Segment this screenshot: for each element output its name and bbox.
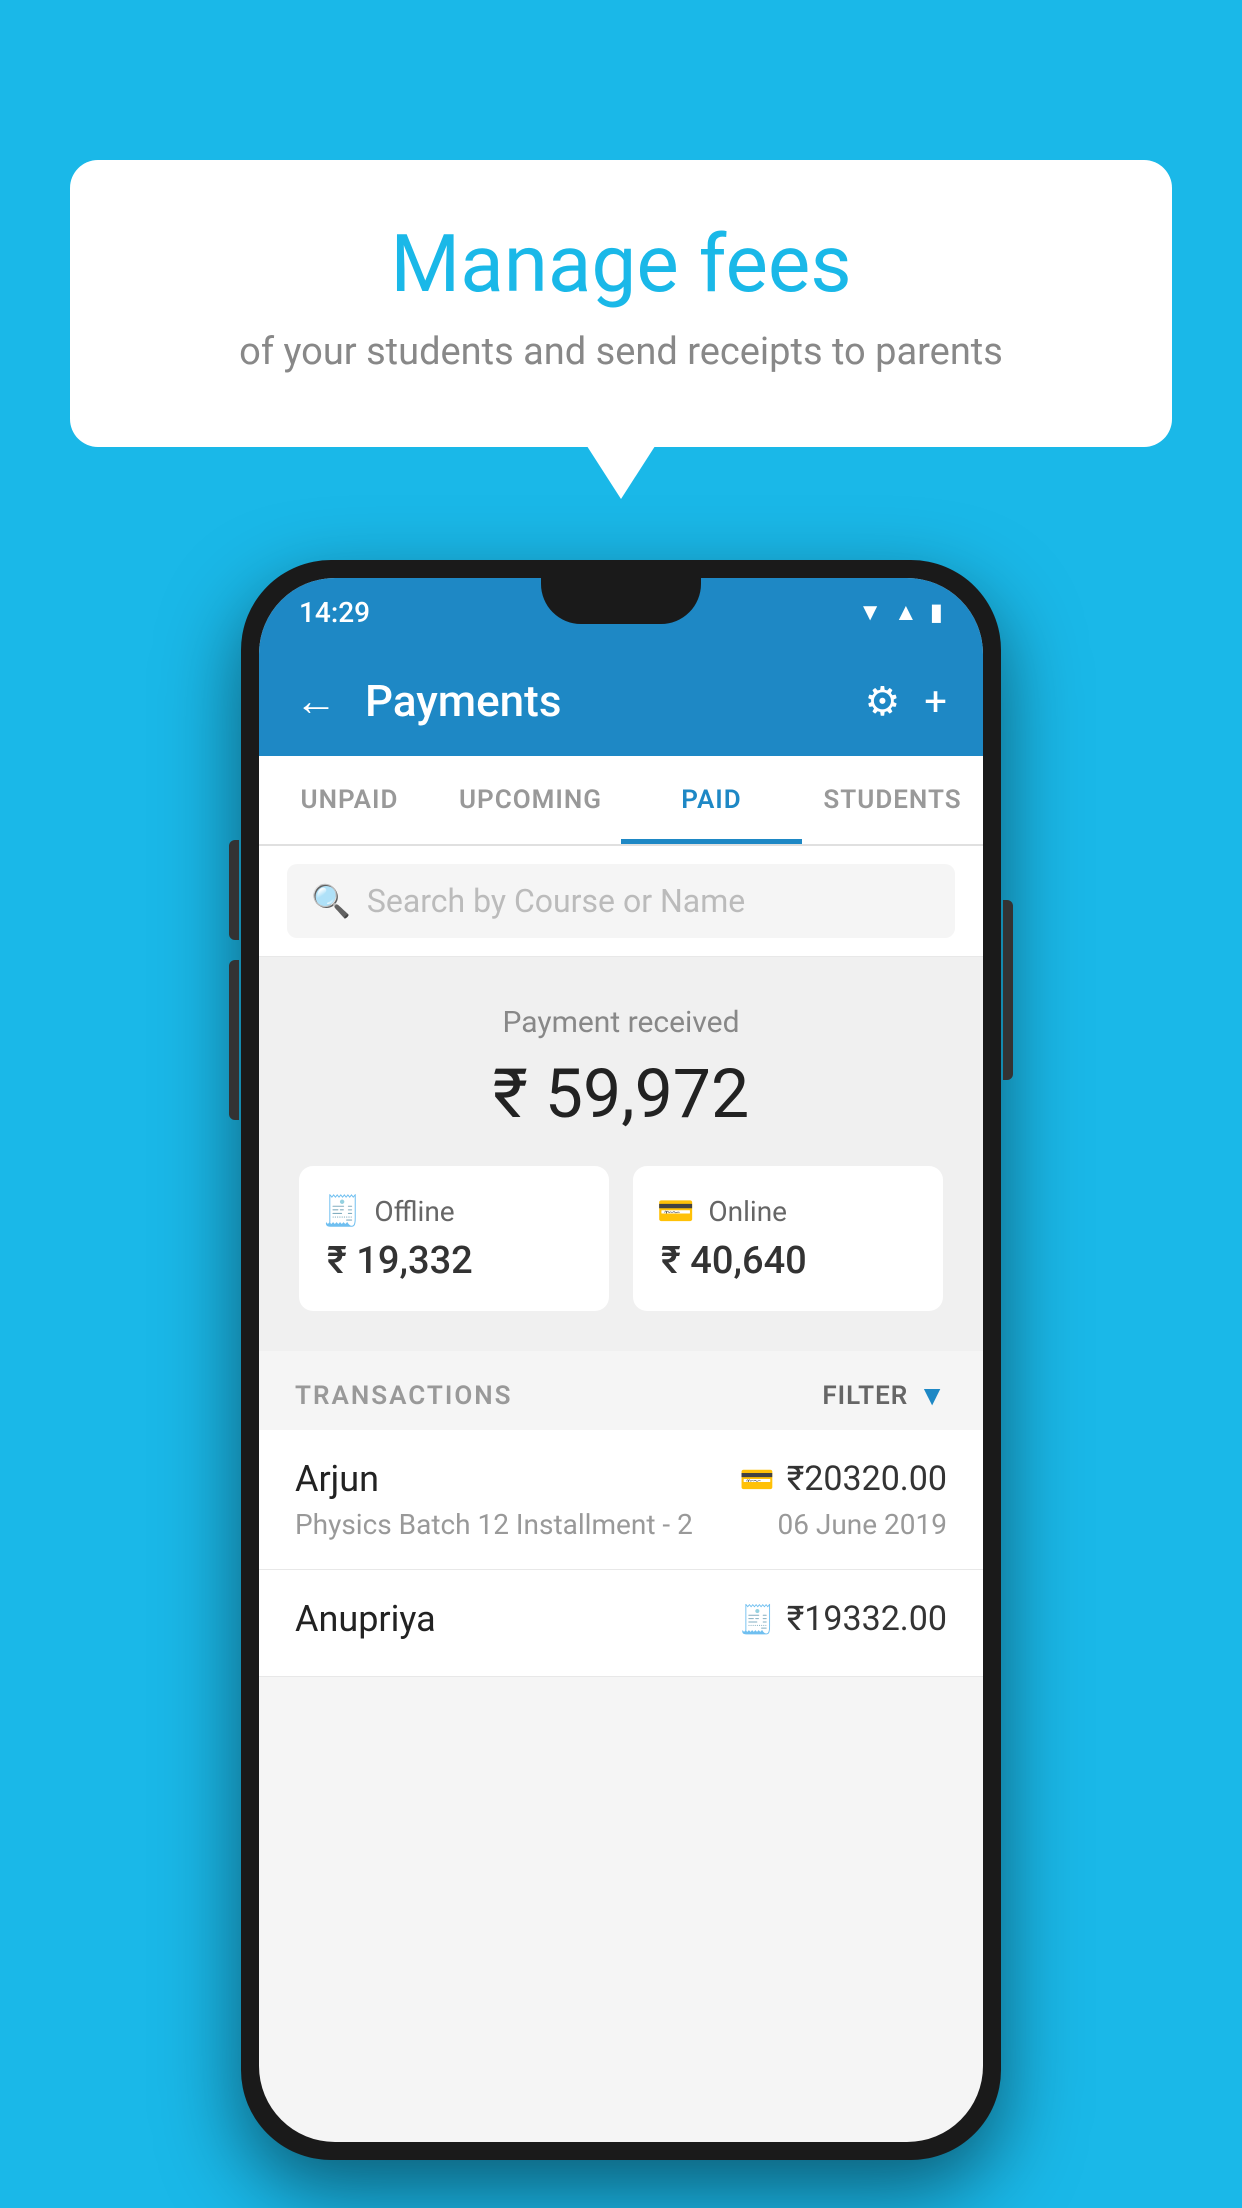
filter-button[interactable]: FILTER ▼: [822, 1379, 947, 1412]
status-icons: ▼ ▲ ▮: [858, 598, 943, 627]
speech-bubble-wrapper: Manage fees of your students and send re…: [70, 160, 1172, 447]
filter-icon: ▼: [918, 1379, 947, 1412]
transaction-amount-wrap: 💳 ₹20320.00: [740, 1459, 947, 1499]
phone-notch: [541, 578, 701, 624]
offline-icon: 🧾: [323, 1194, 360, 1229]
online-label: Online: [708, 1195, 787, 1228]
search-icon: 🔍: [311, 882, 351, 920]
side-button-right: [1003, 900, 1013, 1080]
add-button[interactable]: +: [924, 678, 947, 725]
cash-icon: 🧾: [740, 1603, 775, 1636]
tab-unpaid[interactable]: UNPAID: [259, 756, 440, 844]
back-button[interactable]: ←: [295, 677, 337, 726]
student-name: Arjun: [295, 1458, 379, 1500]
battery-icon: ▮: [930, 598, 943, 626]
app-title: Payments: [365, 675, 836, 727]
offline-card-header: 🧾 Offline: [323, 1194, 455, 1229]
phone-mockup: 14:29 ▼ ▲ ▮ ← Payments ⚙ + UNPAID: [241, 560, 1001, 2160]
offline-label: Offline: [374, 1195, 454, 1228]
app-bar: ← Payments ⚙ +: [259, 646, 983, 756]
online-amount: ₹ 40,640: [657, 1239, 807, 1283]
online-card-header: 💳 Online: [657, 1194, 787, 1229]
table-row[interactable]: Arjun 💳 ₹20320.00 Physics Batch 12 Insta…: [259, 1430, 983, 1570]
settings-button[interactable]: ⚙: [864, 678, 900, 725]
signal-icon: ▲: [894, 598, 918, 627]
transactions-header: TRANSACTIONS FILTER ▼: [259, 1351, 983, 1430]
app-bar-actions: ⚙ +: [864, 678, 947, 725]
credit-card-icon: 💳: [740, 1463, 775, 1496]
search-placeholder: Search by Course or Name: [367, 882, 745, 920]
wifi-icon: ▼: [858, 598, 882, 627]
phone-screen: 14:29 ▼ ▲ ▮ ← Payments ⚙ + UNPAID: [259, 578, 983, 2142]
payment-received-label: Payment received: [299, 1005, 943, 1040]
online-card: 💳 Online ₹ 40,640: [633, 1166, 943, 1311]
offline-amount: ₹ 19,332: [323, 1239, 473, 1283]
transaction-bottom: Physics Batch 12 Installment - 2 06 June…: [295, 1508, 947, 1541]
online-icon: 💳: [657, 1194, 694, 1229]
status-time: 14:29: [299, 596, 370, 629]
transaction-top: Anupriya 🧾 ₹19332.00: [295, 1598, 947, 1640]
filter-label: FILTER: [822, 1381, 908, 1411]
transaction-date: 06 June 2019: [777, 1508, 947, 1541]
side-button: [229, 840, 239, 940]
table-row[interactable]: Anupriya 🧾 ₹19332.00: [259, 1570, 983, 1677]
transaction-amount: ₹19332.00: [787, 1599, 947, 1639]
tab-students[interactable]: STUDENTS: [802, 756, 983, 844]
search-container: 🔍 Search by Course or Name: [259, 846, 983, 957]
course-name: Physics Batch 12 Installment - 2: [295, 1508, 693, 1541]
tab-upcoming[interactable]: UPCOMING: [440, 756, 621, 844]
transaction-amount: ₹20320.00: [787, 1459, 947, 1499]
transaction-amount-wrap: 🧾 ₹19332.00: [740, 1599, 947, 1639]
payment-total-amount: ₹ 59,972: [299, 1054, 943, 1134]
bubble-title: Manage fees: [150, 220, 1092, 308]
side-button-volume: [229, 960, 239, 1120]
offline-card: 🧾 Offline ₹ 19,332: [299, 1166, 609, 1311]
speech-bubble: Manage fees of your students and send re…: [70, 160, 1172, 447]
payment-summary: Payment received ₹ 59,972 🧾 Offline ₹ 19…: [259, 957, 983, 1351]
student-name: Anupriya: [295, 1598, 436, 1640]
transactions-label: TRANSACTIONS: [295, 1381, 513, 1411]
tabs-bar: UNPAID UPCOMING PAID STUDENTS: [259, 756, 983, 846]
bubble-subtitle: of your students and send receipts to pa…: [150, 328, 1092, 377]
tab-paid[interactable]: PAID: [621, 756, 802, 844]
search-box[interactable]: 🔍 Search by Course or Name: [287, 864, 955, 938]
transaction-top: Arjun 💳 ₹20320.00: [295, 1458, 947, 1500]
payment-cards: 🧾 Offline ₹ 19,332 💳 Online ₹ 40,640: [299, 1166, 943, 1311]
